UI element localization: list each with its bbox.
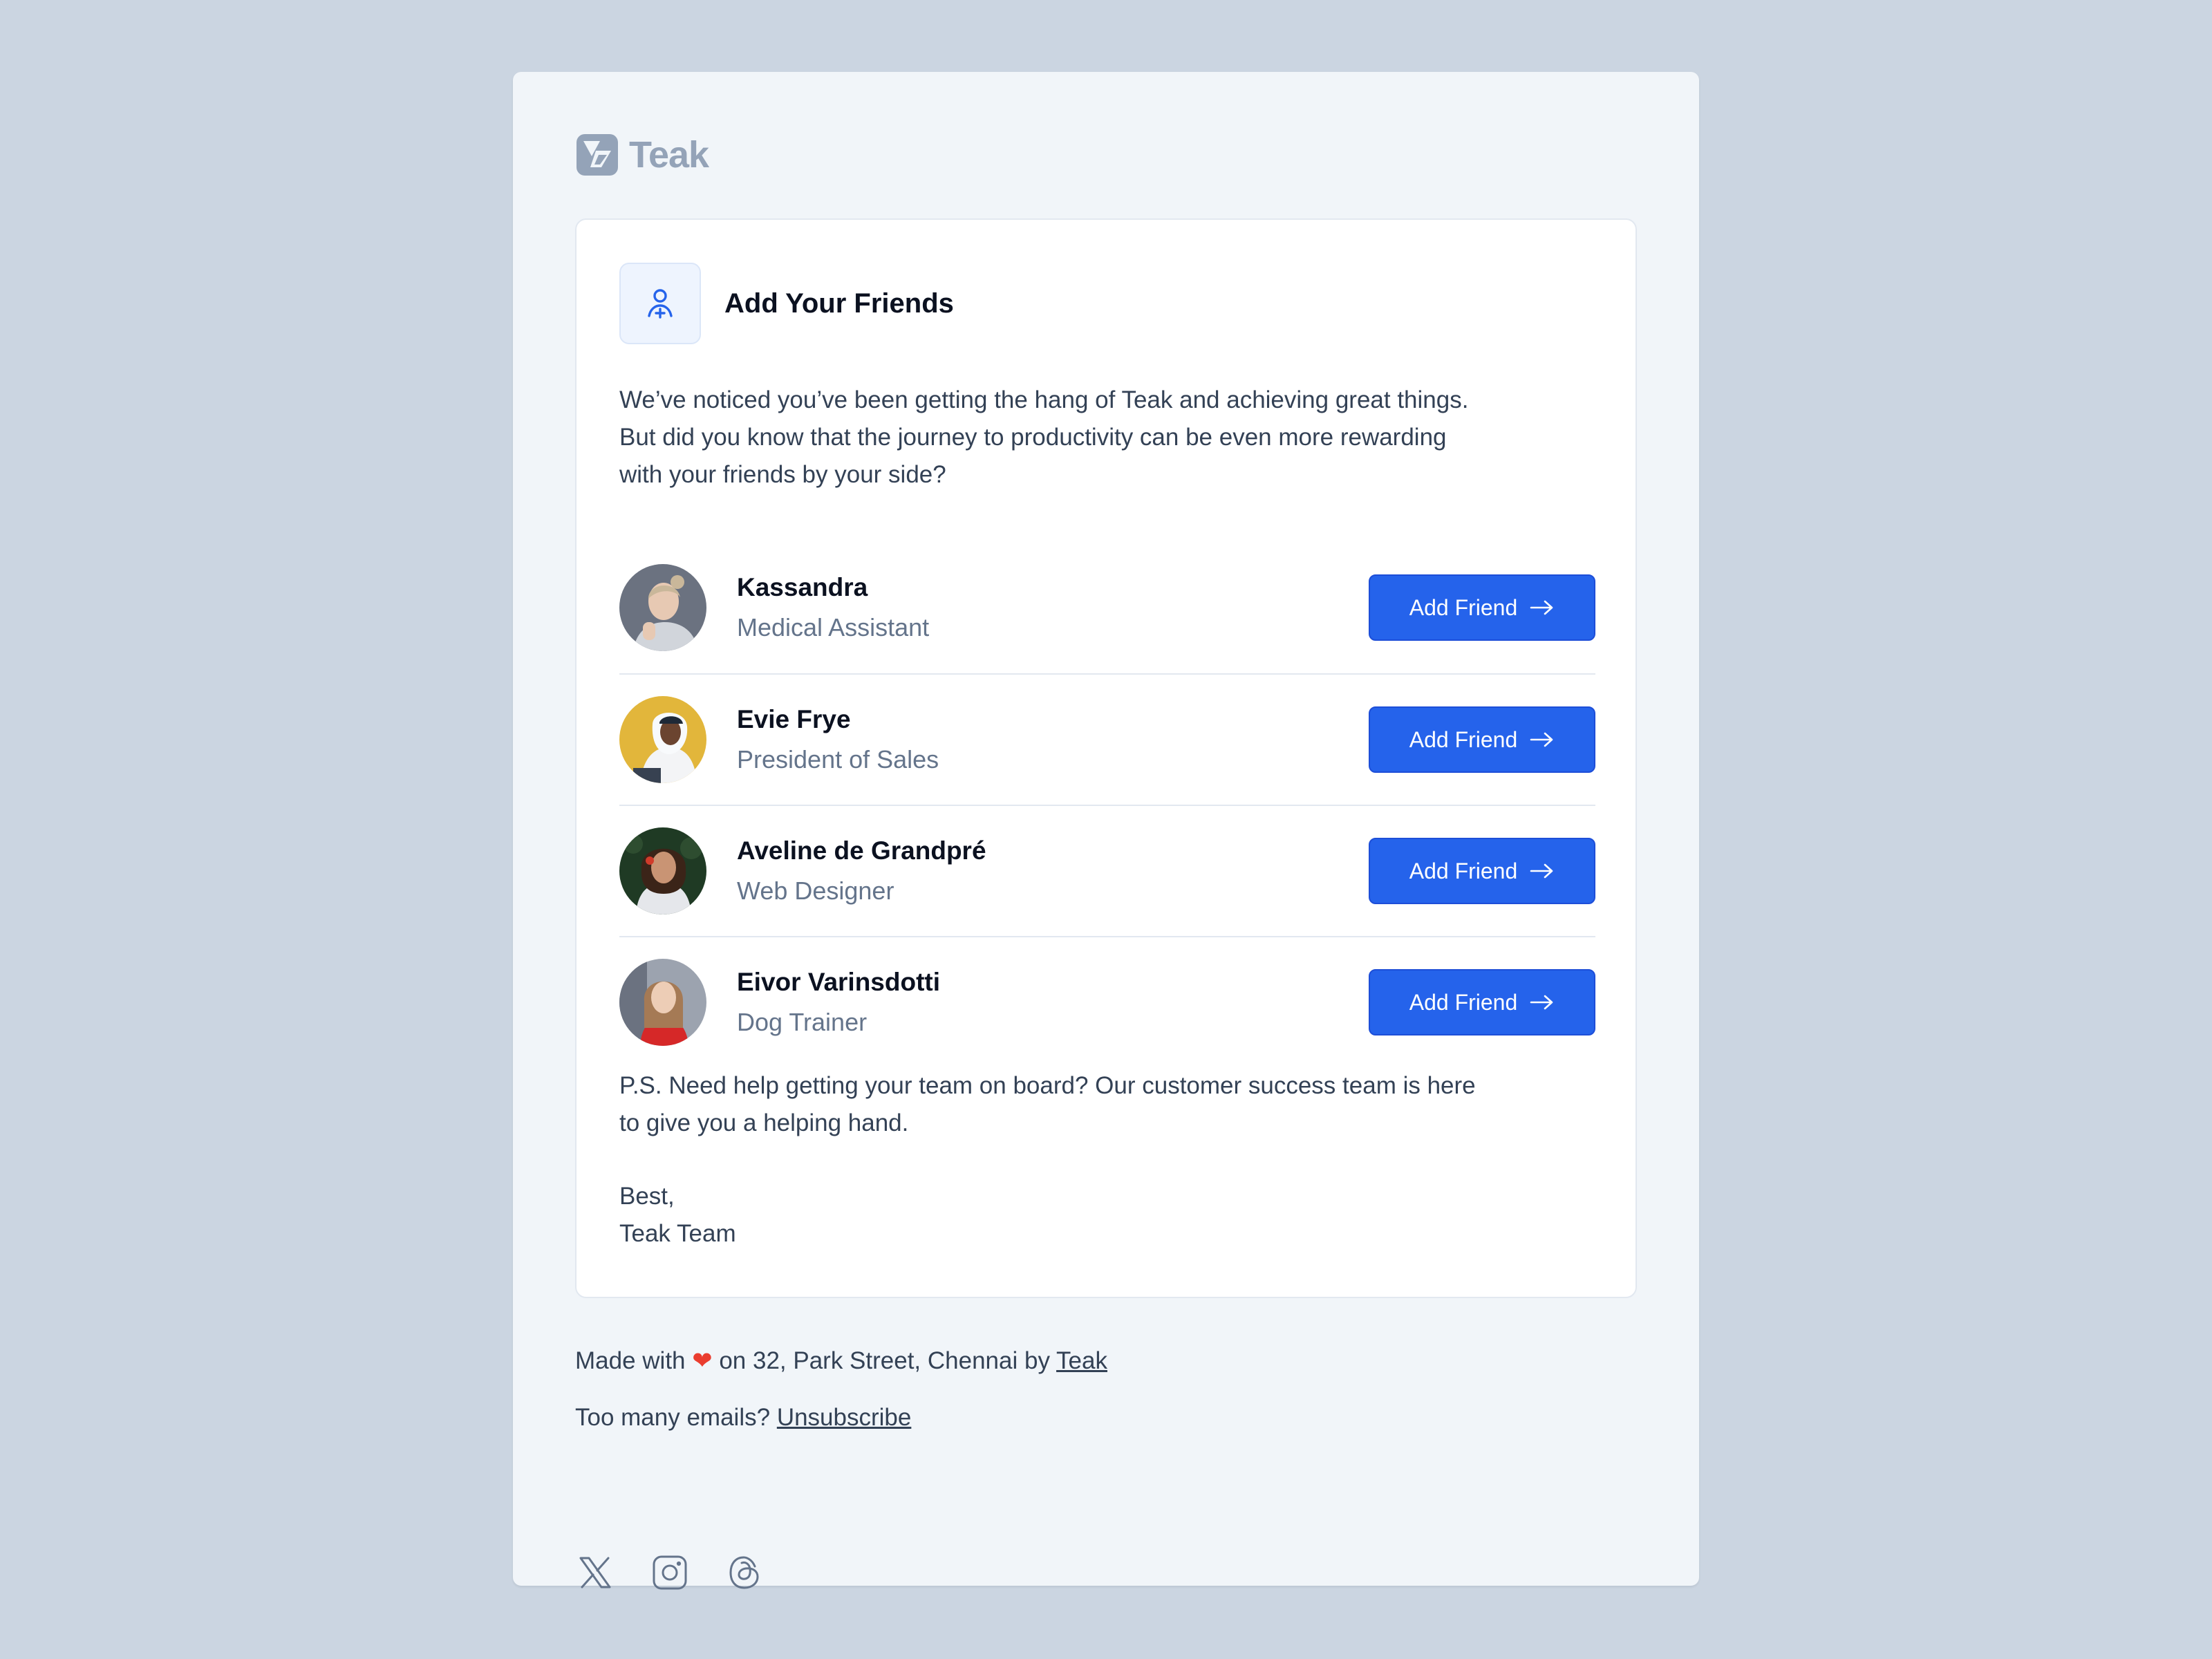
footer-unsubscribe: Too many emails? Unsubscribe — [575, 1404, 912, 1431]
x-icon[interactable] — [575, 1553, 615, 1593]
friend-name: Aveline de Grandpré — [737, 836, 986, 865]
social-links — [575, 1553, 765, 1593]
avatar-kassandra — [619, 564, 706, 651]
friend-role: President of Sales — [737, 745, 939, 774]
add-friend-button[interactable]: Add Friend — [1369, 574, 1595, 641]
add-friend-button[interactable]: Add Friend — [1369, 706, 1595, 773]
friend-role: Medical Assistant — [737, 613, 930, 641]
friend-row: Eivor Varinsdotti Dog Trainer Add Friend — [619, 936, 1595, 1067]
signoff-team: Teak Team — [619, 1220, 736, 1247]
brand-name: Teak — [629, 134, 709, 176]
friend-row: Aveline de Grandpré Web Designer Add Fri… — [619, 805, 1595, 936]
user-plus-icon — [619, 263, 701, 344]
content-card: Add Your Friends We’ve noticed you’ve be… — [575, 218, 1637, 1298]
ps-text: P.S. Need help getting your team on boar… — [619, 1072, 1476, 1136]
add-friend-button[interactable]: Add Friend — [1369, 969, 1595, 1035]
avatar-evie-frye — [619, 696, 706, 783]
teak-logo-icon — [577, 134, 618, 176]
friend-info: Aveline de Grandpré Web Designer — [737, 834, 1369, 908]
arrow-right-icon — [1530, 600, 1553, 615]
footer-made-with: Made with ❤ on 32, Park Street, Chennai … — [575, 1347, 1107, 1374]
friend-info: Eivor Varinsdotti Dog Trainer — [737, 965, 1369, 1040]
friend-name: Kassandra — [737, 573, 868, 601]
heart-icon: ❤ — [692, 1347, 713, 1374]
arrow-right-icon — [1530, 995, 1553, 1010]
signoff-closing: Best, — [619, 1183, 675, 1210]
avatar-eivor-varinsdotti — [619, 959, 706, 1046]
email-container: Teak Add Your Friends We’ve noticed you’… — [513, 72, 1699, 1590]
friend-info: Evie Frye President of Sales — [737, 702, 1369, 777]
add-friend-button[interactable]: Add Friend — [1369, 838, 1595, 904]
friend-name: Eivor Varinsdotti — [737, 968, 941, 996]
friend-name: Evie Frye — [737, 705, 851, 733]
avatar-aveline-de-grandpre — [619, 827, 706, 915]
card-header: Add Your Friends — [619, 263, 954, 344]
friend-list: Kassandra Medical Assistant Add Friend E… — [619, 542, 1595, 1067]
friend-role: Dog Trainer — [737, 1008, 868, 1036]
signoff: Best, Teak Team — [619, 1178, 736, 1253]
friend-row: Evie Frye President of Sales Add Friend — [619, 673, 1595, 805]
threads-icon[interactable] — [724, 1553, 765, 1593]
card-title: Add Your Friends — [724, 288, 954, 319]
friend-role: Web Designer — [737, 877, 894, 905]
arrow-right-icon — [1530, 863, 1553, 879]
friend-info: Kassandra Medical Assistant — [737, 570, 1369, 645]
instagram-icon[interactable] — [650, 1553, 690, 1593]
friend-row: Kassandra Medical Assistant Add Friend — [619, 542, 1595, 673]
unsubscribe-link[interactable]: Unsubscribe — [777, 1404, 912, 1431]
arrow-right-icon — [1530, 732, 1553, 747]
teak-link[interactable]: Teak — [1056, 1347, 1107, 1374]
brand-logo[interactable]: Teak — [575, 133, 709, 177]
intro-text: We’ve noticed you’ve been getting the ha… — [619, 386, 1469, 488]
